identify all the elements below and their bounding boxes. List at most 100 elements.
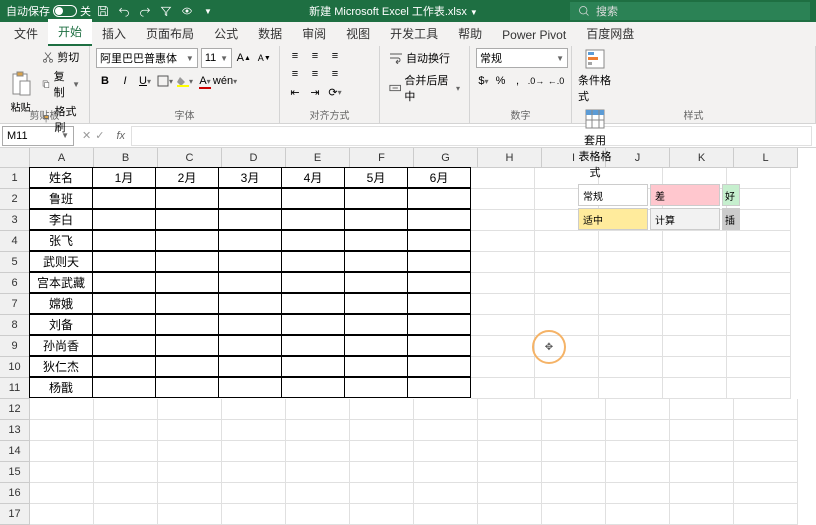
cell-F10[interactable] xyxy=(344,356,408,377)
cell-C7[interactable] xyxy=(155,293,219,314)
cell-E12[interactable] xyxy=(286,399,350,420)
row-header-3[interactable]: 3 xyxy=(0,210,30,231)
cell-F6[interactable] xyxy=(344,272,408,293)
align-left-icon[interactable]: ≡ xyxy=(286,66,304,82)
cell-B9[interactable] xyxy=(92,335,156,356)
cell-K14[interactable] xyxy=(670,441,734,462)
tab-数据[interactable]: 数据 xyxy=(248,21,292,46)
row-header-5[interactable]: 5 xyxy=(0,252,30,273)
align-bottom-icon[interactable]: ≡ xyxy=(326,48,344,64)
cell-J9[interactable] xyxy=(599,336,663,357)
cell-B10[interactable] xyxy=(92,356,156,377)
cell-J12[interactable] xyxy=(606,399,670,420)
cell-A2[interactable]: 鲁班 xyxy=(29,188,93,209)
select-all-corner[interactable] xyxy=(0,148,30,168)
align-middle-icon[interactable]: ≡ xyxy=(306,48,324,64)
autosave-toggle[interactable]: 自动保存 关 xyxy=(6,3,91,19)
cell-E6[interactable] xyxy=(281,272,345,293)
column-header-J[interactable]: J xyxy=(606,148,670,168)
cell-H7[interactable] xyxy=(471,294,535,315)
column-header-L[interactable]: L xyxy=(734,148,798,168)
cell-H10[interactable] xyxy=(471,357,535,378)
cell-A15[interactable] xyxy=(30,462,94,483)
cell-E16[interactable] xyxy=(286,483,350,504)
cell-L16[interactable] xyxy=(734,483,798,504)
cell-E10[interactable] xyxy=(281,356,345,377)
accounting-format-icon[interactable]: $▾ xyxy=(476,71,491,91)
cell-K4[interactable] xyxy=(663,231,727,252)
increase-decimal-icon[interactable]: .0→ xyxy=(527,71,545,91)
style-cell-插[interactable]: 插 xyxy=(722,208,740,230)
cell-I12[interactable] xyxy=(542,399,606,420)
cell-K5[interactable] xyxy=(663,252,727,273)
cell-K6[interactable] xyxy=(663,273,727,294)
cell-B6[interactable] xyxy=(92,272,156,293)
column-header-H[interactable]: H xyxy=(478,148,542,168)
cell-I14[interactable] xyxy=(542,441,606,462)
search-box[interactable]: 搜索 xyxy=(570,2,810,20)
cell-A6[interactable]: 宫本武藏 xyxy=(29,272,93,293)
cell-J7[interactable] xyxy=(599,294,663,315)
font-name-select[interactable]: 阿里巴巴普惠体▼ xyxy=(96,48,198,68)
cell-G9[interactable] xyxy=(407,335,471,356)
cell-B14[interactable] xyxy=(94,441,158,462)
cell-K11[interactable] xyxy=(663,378,727,399)
cell-I15[interactable] xyxy=(542,462,606,483)
cell-C12[interactable] xyxy=(158,399,222,420)
cell-J10[interactable] xyxy=(599,357,663,378)
cell-F1[interactable]: 5月 xyxy=(344,167,408,188)
undo-icon[interactable] xyxy=(115,2,133,20)
cell-C14[interactable] xyxy=(158,441,222,462)
cell-A7[interactable]: 嫦娥 xyxy=(29,293,93,314)
row-header-6[interactable]: 6 xyxy=(0,273,30,294)
cell-L7[interactable] xyxy=(727,294,791,315)
cell-D14[interactable] xyxy=(222,441,286,462)
cell-A3[interactable]: 李白 xyxy=(29,209,93,230)
cell-G2[interactable] xyxy=(407,188,471,209)
cell-A16[interactable] xyxy=(30,483,94,504)
cut-button[interactable]: 剪切 xyxy=(39,48,83,66)
merge-center-button[interactable]: 合并后居中▾ xyxy=(386,70,463,106)
cell-G12[interactable] xyxy=(414,399,478,420)
row-header-4[interactable]: 4 xyxy=(0,231,30,252)
cell-L8[interactable] xyxy=(727,315,791,336)
row-header-16[interactable]: 16 xyxy=(0,483,30,504)
cell-F5[interactable] xyxy=(344,251,408,272)
cell-A14[interactable] xyxy=(30,441,94,462)
wrap-text-button[interactable]: 自动换行 xyxy=(386,48,463,68)
save-icon[interactable] xyxy=(94,2,112,20)
cell-D2[interactable] xyxy=(218,188,282,209)
row-header-7[interactable]: 7 xyxy=(0,294,30,315)
cell-D16[interactable] xyxy=(222,483,286,504)
cell-A8[interactable]: 刘备 xyxy=(29,314,93,335)
cell-E13[interactable] xyxy=(286,420,350,441)
cell-A4[interactable]: 张飞 xyxy=(29,230,93,251)
cell-A10[interactable]: 狄仁杰 xyxy=(29,356,93,377)
tab-公式[interactable]: 公式 xyxy=(204,21,248,46)
column-header-E[interactable]: E xyxy=(286,148,350,168)
decrease-font-icon[interactable]: A▼ xyxy=(256,48,273,68)
cell-G1[interactable]: 6月 xyxy=(407,167,471,188)
tab-审阅[interactable]: 审阅 xyxy=(292,21,336,46)
cell-F11[interactable] xyxy=(344,377,408,398)
column-header-K[interactable]: K xyxy=(670,148,734,168)
cell-J6[interactable] xyxy=(599,273,663,294)
style-cell-好[interactable]: 好 xyxy=(722,184,740,206)
cell-I11[interactable] xyxy=(535,378,599,399)
cell-D12[interactable] xyxy=(222,399,286,420)
cell-F9[interactable] xyxy=(344,335,408,356)
cell-K12[interactable] xyxy=(670,399,734,420)
cell-H5[interactable] xyxy=(471,252,535,273)
cell-F16[interactable] xyxy=(350,483,414,504)
border-button[interactable]: ▾ xyxy=(156,71,174,91)
cell-K10[interactable] xyxy=(663,357,727,378)
row-header-14[interactable]: 14 xyxy=(0,441,30,462)
orientation-icon[interactable]: ⟳▾ xyxy=(326,84,344,100)
cell-H11[interactable] xyxy=(471,378,535,399)
tab-帮助[interactable]: 帮助 xyxy=(448,21,492,46)
increase-indent-icon[interactable]: ⇥ xyxy=(306,84,324,100)
toggle-switch[interactable] xyxy=(53,5,77,17)
column-header-C[interactable]: C xyxy=(158,148,222,168)
cell-B3[interactable] xyxy=(92,209,156,230)
style-cell-计算[interactable]: 计算 xyxy=(650,208,720,230)
